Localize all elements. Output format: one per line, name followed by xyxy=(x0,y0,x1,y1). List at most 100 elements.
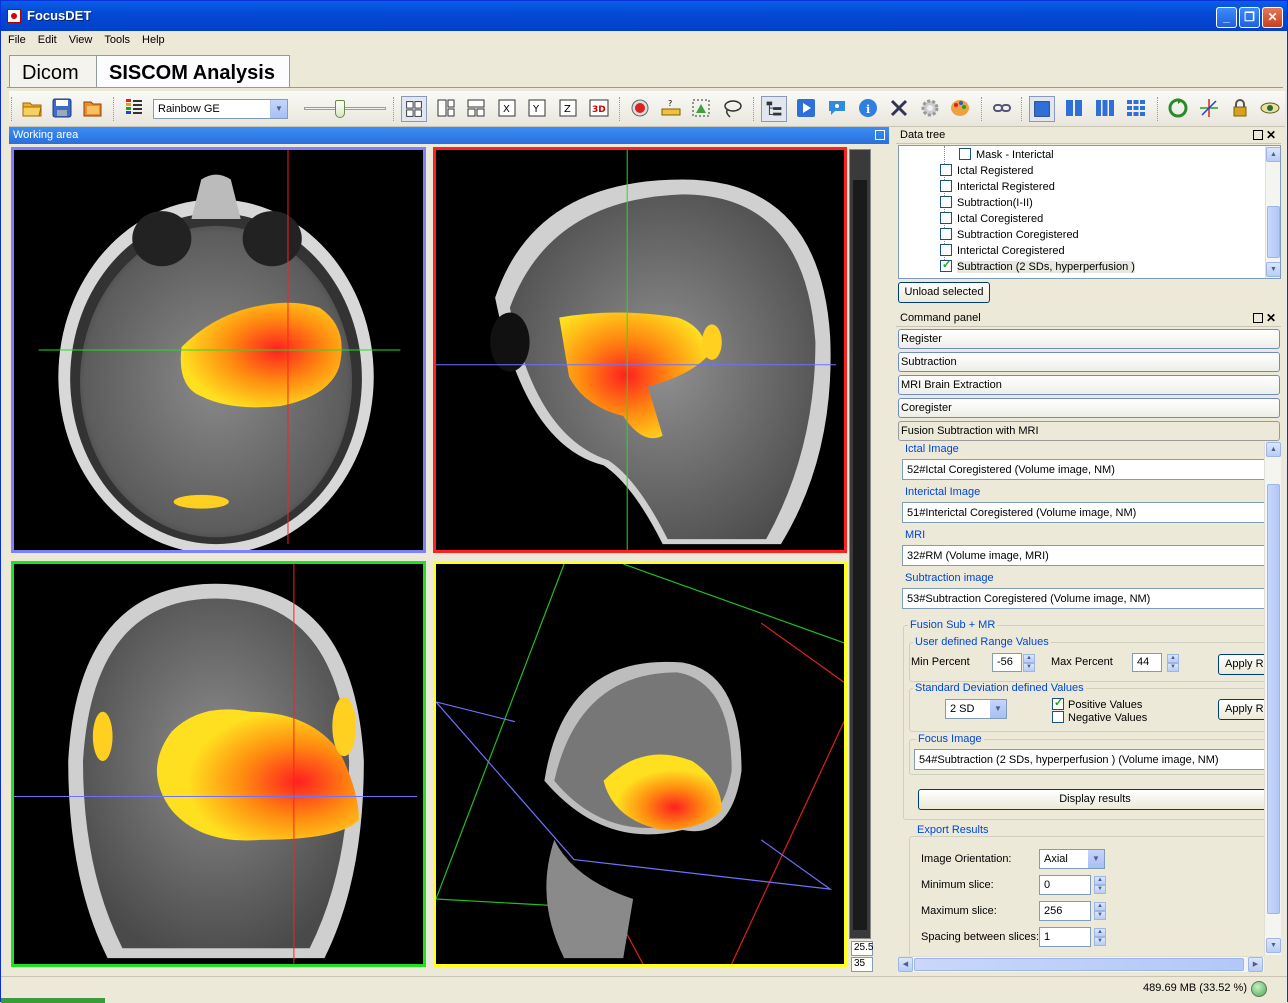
orientation-select[interactable]: Axial ▼ xyxy=(1039,849,1105,869)
subtraction-image-field[interactable]: 53#Subtraction Coregistered (Volume imag… xyxy=(902,588,1264,609)
apply-sd-button[interactable]: Apply R xyxy=(1218,699,1264,720)
three-view-icon[interactable] xyxy=(1094,97,1116,119)
unload-selected-button[interactable]: Unload selected xyxy=(898,282,990,303)
maximize-button[interactable]: ❐ xyxy=(1239,7,1260,28)
scroll-down-icon[interactable]: ▼ xyxy=(1266,262,1280,277)
tree-scrollbar[interactable]: ▲ ▼ xyxy=(1265,146,1280,278)
maximize-panel-icon[interactable] xyxy=(1253,130,1263,140)
lock-icon[interactable] xyxy=(1229,97,1251,119)
play-icon[interactable] xyxy=(795,97,817,119)
info-balloon-icon[interactable] xyxy=(826,97,848,119)
save-icon[interactable] xyxy=(51,97,73,119)
tree-item[interactable]: Subtraction Coregistered xyxy=(940,228,1079,244)
maximize-panel-icon[interactable] xyxy=(1253,313,1263,323)
open-recent-icon[interactable] xyxy=(81,97,103,119)
tab-siscom-analysis[interactable]: SISCOM Analysis xyxy=(96,55,290,88)
fusion-subtraction-button[interactable]: Fusion Subtraction with MRI xyxy=(898,421,1280,441)
scroll-left-icon[interactable]: ◀ xyxy=(898,957,913,972)
info-icon[interactable]: i xyxy=(857,97,879,119)
gear-icon[interactable] xyxy=(919,97,941,119)
ictal-image-field[interactable]: 52#Ictal Coregistered (Volume image, NM) xyxy=(902,459,1264,480)
scroll-thumb[interactable] xyxy=(1267,206,1280,258)
layout-2x2-icon[interactable] xyxy=(401,96,427,122)
checkbox[interactable] xyxy=(940,164,952,176)
max-slice-input[interactable]: 256 xyxy=(1039,901,1091,921)
interictal-image-field[interactable]: 51#Interictal Coregistered (Volume image… xyxy=(902,502,1264,523)
scroll-thumb[interactable] xyxy=(914,958,1244,971)
layout-tree-icon[interactable] xyxy=(465,97,487,119)
checkbox[interactable] xyxy=(940,212,952,224)
y-axis-icon[interactable]: Y xyxy=(526,97,548,119)
min-slice-input[interactable]: 0 xyxy=(1039,875,1091,895)
single-view-icon[interactable] xyxy=(1029,96,1055,122)
grid-view-icon[interactable] xyxy=(1125,97,1147,119)
scroll-down-icon[interactable]: ▼ xyxy=(1266,938,1281,953)
command-panel-hscrollbar[interactable]: ◀ ▶ xyxy=(898,956,1264,972)
palette-icon[interactable] xyxy=(123,97,145,119)
checkbox-checked[interactable] xyxy=(1052,696,1064,710)
menu-tools[interactable]: Tools xyxy=(97,31,135,46)
two-view-icon[interactable] xyxy=(1063,97,1085,119)
roi-icon[interactable] xyxy=(690,97,712,119)
register-button[interactable]: Register xyxy=(898,329,1280,349)
close-icon[interactable]: ✕ xyxy=(1266,311,1276,325)
sagittal-view[interactable] xyxy=(433,147,847,553)
color-palette-icon[interactable] xyxy=(949,97,971,119)
record-icon[interactable] xyxy=(629,97,651,119)
checkbox[interactable] xyxy=(940,244,952,256)
recycle-icon[interactable] xyxy=(1167,97,1189,119)
max-percent-input[interactable]: 44 xyxy=(1132,653,1162,672)
min-percent-input[interactable]: -56 xyxy=(992,653,1022,672)
min-percent-stepper[interactable]: ▲ ▼ xyxy=(1023,654,1035,672)
mri-brain-extraction-button[interactable]: MRI Brain Extraction xyxy=(898,375,1280,395)
apply-range-button[interactable]: Apply R xyxy=(1218,654,1264,675)
open-folder-icon[interactable] xyxy=(21,97,43,119)
3d-icon[interactable]: 3D xyxy=(588,97,610,119)
z-axis-icon[interactable]: Z xyxy=(557,97,579,119)
measure-icon[interactable]: ? xyxy=(660,97,682,119)
menu-edit[interactable]: Edit xyxy=(31,31,62,46)
tools-icon[interactable] xyxy=(888,97,910,119)
max-percent-stepper[interactable]: ▲ ▼ xyxy=(1167,654,1179,672)
negative-values-checkbox[interactable]: Negative Values xyxy=(1052,711,1147,724)
coregister-button[interactable]: Coregister xyxy=(898,398,1280,418)
checkbox[interactable] xyxy=(959,148,971,160)
slider-thumb[interactable] xyxy=(335,100,345,118)
tree-item[interactable]: Mask - Interictal xyxy=(959,148,1054,164)
tree-item[interactable]: Interictal Registered xyxy=(940,180,1055,196)
link-icon[interactable] xyxy=(991,97,1013,119)
scroll-up-icon[interactable]: ▲ xyxy=(1266,147,1280,162)
sd-select[interactable]: 2 SD ▼ xyxy=(945,699,1007,719)
x-axis-icon[interactable]: X xyxy=(496,97,518,119)
close-icon[interactable]: ✕ xyxy=(1266,128,1276,142)
tree-item[interactable]: Ictal Registered xyxy=(940,164,1033,180)
scroll-thumb[interactable] xyxy=(1267,484,1280,914)
slice-scrollbar[interactable] xyxy=(849,149,871,939)
maximize-panel-icon[interactable] xyxy=(875,130,885,140)
tree-item[interactable]: Subtraction(I-II) xyxy=(940,196,1033,212)
menu-file[interactable]: File xyxy=(1,31,31,46)
colormap-select[interactable]: Rainbow GE ▼ xyxy=(153,99,288,119)
max-slice-stepper[interactable]: ▲ ▼ xyxy=(1094,902,1106,920)
mri-field[interactable]: 32#RM (Volume image, MRI) xyxy=(902,545,1264,566)
focus-image-field[interactable]: 54#Subtraction (2 SDs, hyperperfusion ) … xyxy=(914,749,1264,770)
opacity-slider[interactable] xyxy=(304,100,386,118)
minimize-button[interactable]: _ xyxy=(1216,7,1237,28)
crosshair-icon[interactable] xyxy=(1198,97,1220,119)
layout-cols-icon[interactable] xyxy=(435,97,457,119)
menu-help[interactable]: Help xyxy=(135,31,170,46)
subtraction-button[interactable]: Subtraction xyxy=(898,352,1280,372)
3d-view[interactable] xyxy=(433,561,847,967)
spacing-input[interactable]: 1 xyxy=(1039,927,1091,947)
close-button[interactable]: ✕ xyxy=(1262,7,1283,28)
command-panel-scrollbar[interactable]: ▲ ▼ xyxy=(1264,442,1281,955)
positive-values-checkbox[interactable]: Positive Values xyxy=(1052,696,1142,711)
checkbox[interactable] xyxy=(1052,711,1064,723)
checkbox[interactable] xyxy=(940,196,952,208)
axial-view[interactable] xyxy=(11,147,426,553)
spacing-stepper[interactable]: ▲ ▼ xyxy=(1094,928,1106,946)
scroll-up-icon[interactable]: ▲ xyxy=(1266,442,1281,457)
display-results-button[interactable]: Display results xyxy=(918,789,1264,810)
tree-view-icon[interactable] xyxy=(761,96,787,122)
scroll-right-icon[interactable]: ▶ xyxy=(1248,957,1263,972)
